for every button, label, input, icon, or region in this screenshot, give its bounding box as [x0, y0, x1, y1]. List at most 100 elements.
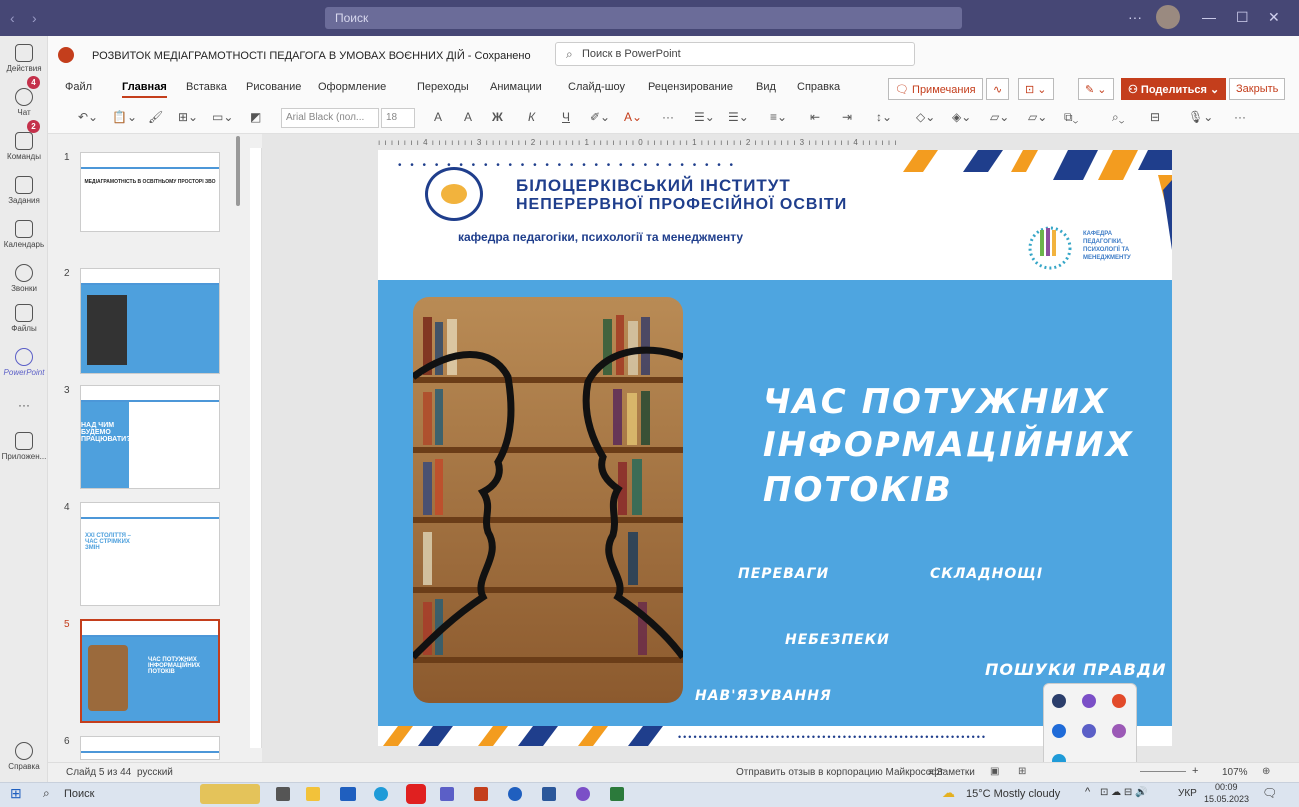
rail-chat[interactable]: Чат — [0, 88, 48, 117]
tab-home[interactable]: Главная — [122, 81, 167, 98]
reset-icon[interactable]: ◩ — [250, 110, 261, 124]
format-painter-icon[interactable]: 🖌 — [148, 110, 163, 124]
viber-taskbar-icon[interactable] — [576, 787, 590, 801]
dictate-icon[interactable]: 🎙⌄ — [1188, 110, 1213, 124]
slide-thumbnail-2[interactable] — [80, 268, 220, 374]
shapes-icon[interactable]: ◇⌄ — [916, 110, 935, 124]
tab-slideshow[interactable]: Слайд-шоу — [568, 81, 625, 93]
language-indicator[interactable]: русский — [137, 767, 173, 778]
rail-teams[interactable]: Команды — [0, 132, 48, 161]
close-document-button[interactable]: Закрыть — [1229, 78, 1286, 100]
tab-help[interactable]: Справка — [797, 81, 840, 93]
clock-time[interactable]: 00:09 — [1215, 782, 1238, 792]
bold-button[interactable]: Ж — [492, 110, 503, 124]
document-title[interactable]: РОЗВИТОК МЕДІАГРАМОТНОСТІ ПЕДАГОГА В УМО… — [92, 50, 531, 62]
slide-thumbnail-6[interactable] — [80, 736, 220, 760]
pen-tray-icon[interactable] — [1112, 724, 1126, 738]
windows-start-icon[interactable]: ⊞ — [10, 785, 22, 802]
rail-powerpoint[interactable]: PowerPoint — [0, 348, 48, 377]
bullets-icon[interactable]: ☰⌄ — [694, 110, 715, 124]
paste-icon[interactable]: 📋⌄ — [112, 110, 137, 124]
present-button[interactable]: ⊡ ⌄ — [1018, 78, 1054, 100]
rail-calls[interactable]: Звонки — [0, 264, 48, 293]
indent-decrease-icon[interactable]: ⇤ — [810, 110, 820, 124]
opera-icon[interactable] — [406, 784, 426, 804]
teams-taskbar-icon[interactable] — [440, 787, 454, 801]
share-button[interactable]: ⚇ Поделиться ⌄ — [1121, 78, 1227, 100]
thumbnails-scrollbar[interactable] — [236, 136, 240, 206]
notes-button[interactable]: ≡ Заметки — [928, 767, 975, 778]
effects-icon[interactable]: ▱⌄ — [1028, 110, 1047, 124]
slide-thumbnail-3[interactable]: НАД ЧИМ БУДЕМО ПРАЦЮВАТИ? — [80, 385, 220, 489]
comments-button[interactable]: 🗨 Примечания — [888, 78, 983, 100]
shrink-font-icon[interactable]: A — [464, 110, 472, 124]
tab-review[interactable]: Рецензирование — [648, 81, 733, 93]
rail-apps[interactable]: Приложен... — [0, 432, 48, 461]
tab-view[interactable]: Вид — [756, 81, 776, 93]
indent-increase-icon[interactable]: ⇥ — [842, 110, 852, 124]
tab-file[interactable]: Файл — [65, 81, 92, 93]
underline-button[interactable]: Ч — [562, 110, 570, 124]
chrome-tray-icon[interactable] — [1112, 694, 1126, 708]
tray-expand-icon[interactable]: ^ — [1085, 786, 1090, 798]
more-options-icon[interactable]: ··· — [1128, 9, 1142, 25]
edge-icon[interactable] — [374, 787, 388, 801]
teams-search-input[interactable]: Поиск — [325, 7, 962, 29]
tab-animations[interactable]: Анимации — [490, 81, 542, 93]
normal-view-icon[interactable]: ▣ — [990, 766, 999, 777]
tab-insert[interactable]: Вставка — [186, 81, 227, 93]
new-slide-icon[interactable]: ⊞⌄ — [178, 110, 198, 124]
slide-thumbnail-1[interactable]: МЕДІАГРАМОТНІСТЬ В ОСВІТНЬОМУ ПРОСТОРІ З… — [80, 152, 220, 232]
italic-button[interactable]: К — [528, 110, 535, 124]
highlight-icon[interactable]: ✐⌄ — [590, 110, 610, 124]
rail-calendar[interactable]: Календарь — [0, 220, 48, 249]
chrome-taskbar-icon[interactable] — [508, 787, 522, 801]
forward-icon[interactable]: › — [32, 10, 37, 26]
undo-icon[interactable]: ↶⌄ — [78, 110, 98, 124]
mail-icon[interactable] — [340, 787, 356, 801]
shield-icon[interactable] — [1052, 694, 1066, 708]
zoom-level[interactable]: 107% — [1222, 767, 1248, 778]
close-icon[interactable]: ✕ — [1268, 9, 1280, 26]
rail-help[interactable]: Справка — [0, 742, 48, 771]
slide-thumbnail-4[interactable]: XXI СТОЛІТТЯ – ЧАС СТРІМКИХ ЗМІН — [80, 502, 220, 606]
taskbar-search-icon[interactable]: ⌕ — [43, 786, 50, 801]
taskbar-search-input[interactable]: Поиск — [64, 788, 94, 800]
zoom-slider[interactable] — [1140, 771, 1186, 772]
minimize-icon[interactable]: — — [1202, 9, 1216, 25]
font-size-select[interactable]: 18 — [381, 108, 415, 128]
fill-icon[interactable]: ◈⌄ — [952, 110, 971, 124]
tab-draw[interactable]: Рисование — [246, 81, 301, 93]
gallery-taskbar-icon[interactable] — [610, 787, 624, 801]
slide-thumbnail-5[interactable]: ЧАС ПОТУЖНИХ ІНФОРМАЦІЙНИХ ПОТОКІВ — [80, 619, 220, 723]
arrange-icon[interactable]: ⧉⌄ — [1064, 110, 1078, 125]
rail-assignments[interactable]: Задания — [0, 176, 48, 205]
clock-date[interactable]: 15.05.2023 — [1204, 794, 1249, 804]
designer-icon[interactable]: ⊟ — [1150, 110, 1160, 124]
word-taskbar-icon[interactable] — [542, 787, 556, 801]
font-color-icon[interactable]: A⌄ — [624, 110, 642, 124]
rail-activity[interactable]: Действия — [0, 44, 48, 73]
file-explorer-icon[interactable] — [306, 787, 320, 801]
rail-more[interactable]: ··· — [0, 398, 48, 412]
teams-meeting-tray-icon[interactable] — [1082, 724, 1096, 738]
activity-button[interactable]: ∿ — [986, 78, 1010, 100]
more-toolbar-icon[interactable]: ··· — [1234, 110, 1246, 124]
tray-icons[interactable]: ⊡ ☁ ⊟ 🔊 — [1100, 787, 1148, 798]
back-icon[interactable]: ‹ — [10, 10, 15, 26]
widgets-icon[interactable] — [200, 784, 260, 804]
line-spacing-icon[interactable]: ↕⌄ — [876, 110, 892, 124]
layout-icon[interactable]: ▭⌄ — [212, 110, 233, 124]
feedback-link[interactable]: Отправить отзыв в корпорацию Майкрософт — [736, 767, 944, 778]
powerpoint-taskbar-icon[interactable] — [474, 787, 488, 801]
teams-tray-icon[interactable] — [1082, 694, 1096, 708]
powerpoint-search-input[interactable]: Поиск в PowerPoint — [555, 42, 915, 66]
maximize-icon[interactable]: ☐ — [1236, 9, 1249, 26]
weather-text[interactable]: 15°C Mostly cloudy — [966, 788, 1060, 800]
task-view-icon[interactable] — [276, 787, 290, 801]
find-icon[interactable]: ⌕⌄ — [1112, 110, 1124, 125]
app-tray-icon[interactable] — [1052, 724, 1066, 738]
avatar[interactable] — [1156, 5, 1180, 29]
sorter-view-icon[interactable]: ⊞ — [1018, 766, 1026, 777]
fit-slide-icon[interactable]: ⊕ — [1262, 766, 1270, 777]
